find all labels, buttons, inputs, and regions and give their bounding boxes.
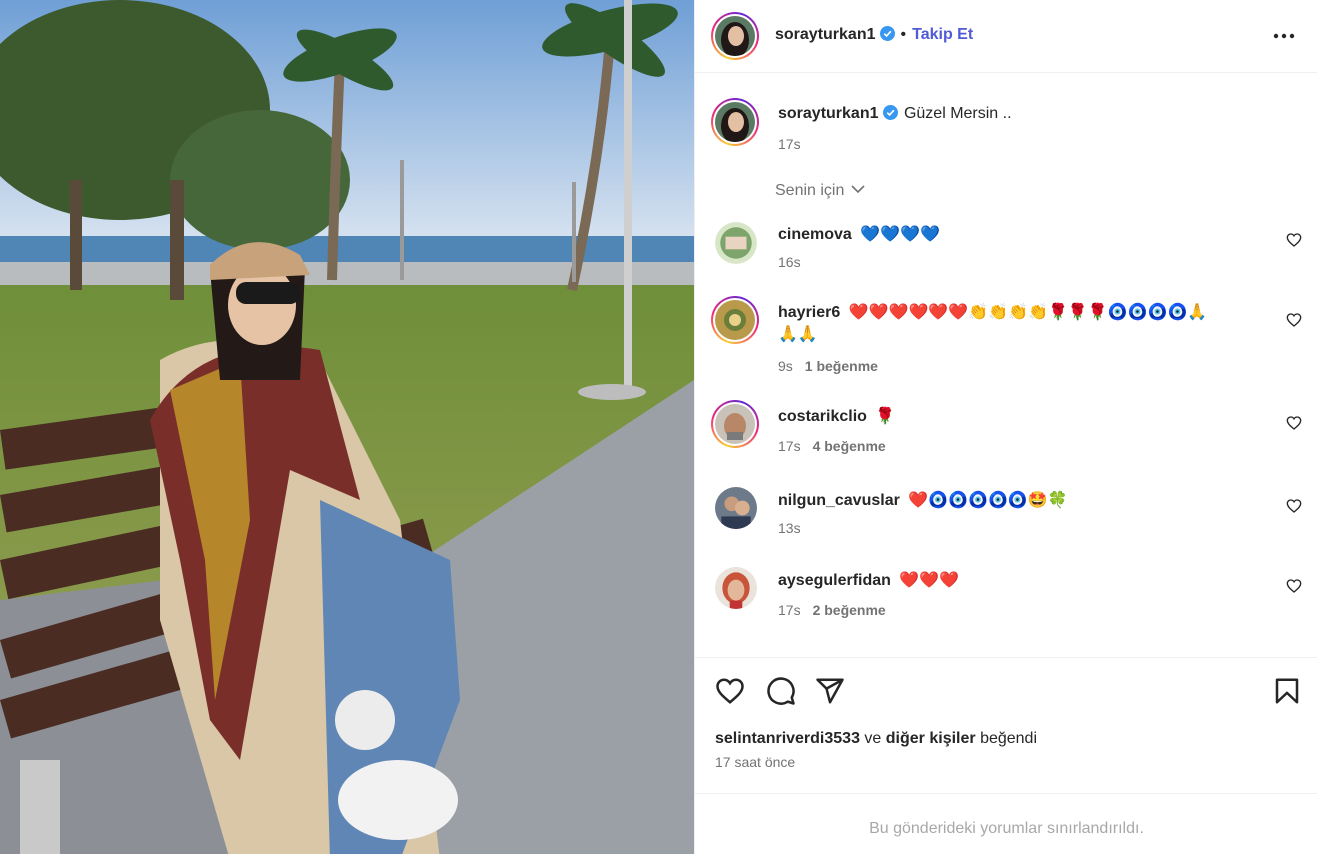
comment-time: 13s xyxy=(778,520,801,536)
separator-dot: • xyxy=(900,26,907,43)
verified-badge-icon xyxy=(879,26,895,41)
restricted-text: Bu gönderideki yorumlar sınırlandırıldı. xyxy=(869,820,1144,837)
post-detail-panel: sorayturkan1 • Takip Et sorayturkan1 Güzel… xyxy=(694,0,1317,854)
comment-likes[interactable]: 2 beğenme xyxy=(813,602,886,618)
bookmark-icon[interactable] xyxy=(1272,676,1302,706)
commenter-avatar[interactable] xyxy=(715,487,757,529)
author-photo xyxy=(715,16,755,56)
comments-restricted-notice: Bu gönderideki yorumlar sınırlandırıldı. xyxy=(695,793,1317,854)
post-image xyxy=(0,0,694,854)
comment-time: 9s xyxy=(778,358,793,374)
comment-username[interactable]: costarikclio xyxy=(778,408,867,425)
comment-text: ❤️🧿🧿🧿🧿🧿🤩🍀 xyxy=(908,492,1068,509)
comment-like-icon[interactable] xyxy=(1286,415,1302,431)
comment-sort-label: Senin için xyxy=(775,182,845,199)
heart-icon[interactable] xyxy=(715,676,745,706)
commenter-avatar[interactable] xyxy=(711,296,759,344)
comment-likes[interactable]: 4 beğenme xyxy=(813,438,886,454)
liked-and: ve xyxy=(864,730,882,747)
comment-username[interactable]: hayrier6 xyxy=(778,304,840,321)
verified-badge-icon xyxy=(882,105,898,120)
caption-username[interactable]: sorayturkan1 xyxy=(778,105,879,122)
likes-summary: selintanriverdi3533 ve diğer kişiler beğ… xyxy=(715,730,1037,748)
comment-meta: 17s 2 beğenme xyxy=(778,602,886,618)
comment-time: 16s xyxy=(778,254,801,270)
comment-text: ❤️❤️❤️❤️❤️❤️👏👏👏👏🌹🌹🌹🧿🧿🧿🧿🙏 xyxy=(848,304,1208,321)
comment-meta: 17s 4 beğenme xyxy=(778,438,886,454)
author-username[interactable]: sorayturkan1 xyxy=(775,26,876,43)
comment-text: 🌹 xyxy=(875,408,896,425)
comment-like-icon[interactable] xyxy=(1286,578,1302,594)
comment-time: 17s xyxy=(778,438,801,454)
comment-username[interactable]: nilgun_cavuslar xyxy=(778,492,900,509)
comment-text-continued: 🙏🙏 xyxy=(778,326,818,343)
liked-suffix: beğendi xyxy=(980,730,1038,747)
caption: sorayturkan1 Güzel Mersin .. xyxy=(778,105,1012,123)
comment-likes[interactable]: 1 beğenme xyxy=(805,358,878,374)
comment-meta: 9s 1 beğenme xyxy=(778,358,878,374)
liked-by-others[interactable]: diğer kişiler xyxy=(886,730,976,747)
comments-list[interactable]: sorayturkan1 Güzel Mersin .. 17s Senin i… xyxy=(695,74,1317,657)
comment-text: ❤️❤️❤️ xyxy=(899,572,960,589)
comment-text: 💙💙💙💙 xyxy=(860,226,940,243)
caption-text: Güzel Mersin .. xyxy=(903,105,1012,122)
post-time: 17 saat önce xyxy=(715,754,796,770)
post-actions: selintanriverdi3533 ve diğer kişiler beğ… xyxy=(695,657,1317,793)
caption-time: 17s xyxy=(778,136,801,152)
comment-username[interactable]: aysegulerfidan xyxy=(778,572,891,589)
author-avatar[interactable] xyxy=(711,12,759,60)
comment-like-icon[interactable] xyxy=(1286,312,1302,328)
chevron-down-icon xyxy=(851,185,865,194)
comment-username[interactable]: cinemova xyxy=(778,226,852,243)
comment-like-icon[interactable] xyxy=(1286,232,1302,248)
comment-icon[interactable] xyxy=(766,676,796,706)
post-header: sorayturkan1 • Takip Et xyxy=(695,0,1317,73)
commenter-avatar[interactable] xyxy=(715,567,757,609)
caption-avatar-photo xyxy=(715,102,755,142)
more-options-icon[interactable] xyxy=(1272,26,1296,46)
header-info: sorayturkan1 • Takip Et xyxy=(775,26,973,44)
caption-avatar[interactable] xyxy=(711,98,759,146)
follow-button[interactable]: Takip Et xyxy=(912,26,973,43)
comment-sort-dropdown[interactable]: Senin için xyxy=(775,182,865,200)
commenter-avatar[interactable] xyxy=(715,222,757,264)
commenter-avatar[interactable] xyxy=(711,400,759,448)
post-photo[interactable] xyxy=(0,0,694,854)
share-icon[interactable] xyxy=(815,676,845,706)
comment-like-icon[interactable] xyxy=(1286,498,1302,514)
comment-time: 17s xyxy=(778,602,801,618)
liked-by-user[interactable]: selintanriverdi3533 xyxy=(715,730,860,747)
